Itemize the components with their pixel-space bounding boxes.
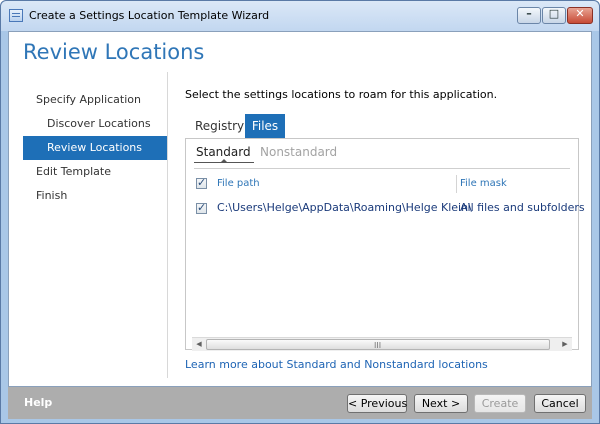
select-all-checkbox[interactable] — [196, 176, 207, 189]
minimize-icon: – — [526, 7, 532, 20]
files-tab-panel: Standard Nonstandard File path File mask… — [185, 138, 585, 351]
file-path-cell: C:\Users\Helge\AppData\Roaming\Helge Kle… — [217, 201, 472, 214]
locations-grid: File path File mask C:\Users\Helge\AppDa… — [192, 173, 585, 337]
wizard-content: Review Locations Specify Application Dis… — [8, 31, 592, 387]
subtab-nonstandard[interactable]: Nonstandard — [260, 145, 337, 159]
cancel-button[interactable]: Cancel — [534, 394, 586, 413]
wizard-footer: Help < Previous Next > Create Cancel — [8, 387, 592, 419]
wizard-window: Create a Settings Location Template Wiza… — [0, 0, 600, 424]
subtab-standard[interactable]: Standard — [196, 145, 251, 159]
row-checkbox[interactable] — [196, 201, 207, 214]
learn-more-link[interactable]: Learn more about Standard and Nonstandar… — [185, 358, 488, 371]
step-edit-template[interactable]: Edit Template — [23, 160, 168, 184]
maximize-button[interactable]: □ — [542, 7, 566, 24]
tab-files[interactable]: Files — [245, 114, 285, 138]
minimize-button[interactable]: – — [517, 7, 541, 24]
scroll-left-icon[interactable]: ◀ — [192, 338, 206, 351]
window-title: Create a Settings Location Template Wiza… — [29, 9, 270, 22]
tab-registry[interactable]: Registry — [187, 114, 244, 138]
file-mask-cell: All files and subfolders — [460, 201, 585, 214]
step-specify-application[interactable]: Specify Application — [23, 88, 168, 112]
help-link[interactable]: Help — [24, 396, 52, 409]
next-button[interactable]: Next > — [414, 394, 468, 413]
page-title: Review Locations — [23, 40, 205, 64]
scrollbar-thumb[interactable]: III — [206, 339, 550, 350]
close-icon: ✕ — [575, 7, 585, 20]
horizontal-scrollbar[interactable]: ◀ III ▶ — [192, 337, 572, 351]
title-bar: Create a Settings Location Template Wiza… — [1, 1, 599, 31]
close-button[interactable]: ✕ — [567, 7, 593, 24]
step-finish[interactable]: Finish — [23, 184, 168, 208]
nav-divider — [167, 72, 168, 378]
step-discover-locations[interactable]: Discover Locations — [23, 112, 168, 136]
column-divider[interactable] — [456, 175, 457, 193]
instruction-text: Select the settings locations to roam fo… — [185, 88, 498, 101]
subtab-divider — [194, 168, 570, 169]
create-button: Create — [474, 394, 526, 413]
scrollbar-grip-icon: III — [374, 341, 382, 350]
maximize-icon: □ — [548, 7, 560, 20]
column-header-file-path[interactable]: File path — [217, 173, 260, 195]
column-header-file-mask[interactable]: File mask — [460, 173, 507, 195]
scroll-right-icon[interactable]: ▶ — [558, 338, 572, 351]
step-review-locations[interactable]: Review Locations — [23, 136, 168, 160]
app-icon — [9, 9, 23, 22]
selected-subtab-caret-icon — [220, 159, 228, 163]
previous-button[interactable]: < Previous — [347, 394, 407, 413]
